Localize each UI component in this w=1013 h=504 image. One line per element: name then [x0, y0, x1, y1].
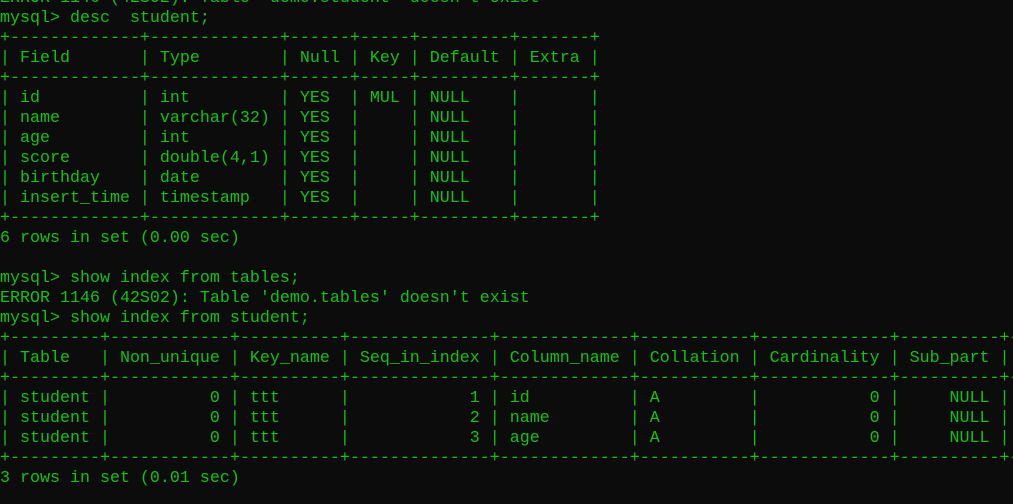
- terminal-window[interactable]: ERROR 1146 (42S02): Table 'demo.student'…: [0, 0, 1013, 489]
- desc-result-table: +-------------+-------------+------+----…: [0, 29, 1013, 229]
- table-row: | age | int | YES | | NULL | |: [0, 129, 600, 148]
- table-row: | birthday | date | YES | | NULL | |: [0, 169, 600, 188]
- table-border: +-------------+-------------+------+----…: [0, 29, 600, 48]
- table-row: | student | 0 | ttt | 3 | age | A | 0 | …: [0, 429, 1010, 448]
- table-row: | name | varchar(32) | YES | | NULL | |: [0, 109, 600, 128]
- table-row: | score | double(4,1) | YES | | NULL | |: [0, 149, 600, 168]
- table-header-row: | Table | Non_unique | Key_name | Seq_in…: [0, 349, 1010, 368]
- table-border: +---------+------------+----------+-----…: [0, 329, 1013, 348]
- command-line: mysql> desc student;: [0, 9, 210, 28]
- result-footer: 3 rows in set (0.01 sec): [0, 469, 240, 488]
- table-border: +---------+------------+----------+-----…: [0, 449, 1013, 468]
- error-line: ERROR 1146 (42S02): Table 'demo.student'…: [0, 0, 1013, 9]
- table-header-row: | Field | Type | Null | Key | Default | …: [0, 49, 600, 68]
- table-row: | id | int | YES | MUL | NULL | |: [0, 89, 600, 108]
- table-border: +-------------+-------------+------+----…: [0, 209, 600, 228]
- table-row: | student | 0 | ttt | 2 | name | A | 0 |…: [0, 409, 1010, 428]
- table-row: | student | 0 | ttt | 1 | id | A | 0 | N…: [0, 389, 1010, 408]
- index-result-table: +---------+------------+----------+-----…: [0, 329, 1013, 469]
- command-line: mysql> show index from tables;: [0, 269, 300, 288]
- result-footer: 6 rows in set (0.00 sec): [0, 229, 240, 248]
- table-border: +-------------+-------------+------+----…: [0, 69, 600, 88]
- error-line: ERROR 1146 (42S02): Table 'demo.tables' …: [0, 289, 530, 308]
- table-border: +---------+------------+----------+-----…: [0, 369, 1013, 388]
- command-line: mysql> show index from student;: [0, 309, 310, 328]
- table-row: | insert_time | timestamp | YES | | NULL…: [0, 189, 600, 208]
